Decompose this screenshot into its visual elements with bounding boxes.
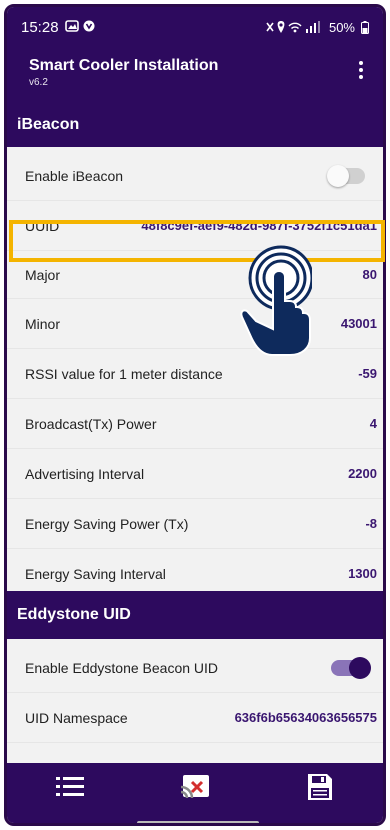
field-label: Advertising Interval xyxy=(25,465,145,482)
phone-screen: 15:28 50% Smart Cooler Installation v6.2… xyxy=(4,4,386,826)
field-value: 80 xyxy=(362,267,377,282)
advertising-interval-row[interactable]: Advertising Interval 2200 xyxy=(7,449,383,499)
overflow-menu-icon[interactable] xyxy=(359,61,365,82)
eddystone-header-label: Eddystone UID xyxy=(17,606,131,623)
field-label: UID Namespace xyxy=(25,709,128,726)
major-row[interactable]: Major 80 xyxy=(7,251,383,299)
field-label: Broadcast(Tx) Power xyxy=(25,415,157,432)
app-bar: Smart Cooler Installation v6.2 xyxy=(7,47,383,103)
field-label: UUID xyxy=(25,217,60,234)
field-value: 636f6b65634063656575 xyxy=(234,710,377,725)
uid-namespace-row[interactable]: UID Namespace 636f6b65634063656575 xyxy=(7,693,383,743)
minor-row[interactable]: Minor 43001 xyxy=(7,299,383,349)
field-value: 43001 xyxy=(340,316,377,331)
enable-ibeacon-toggle[interactable] xyxy=(327,164,365,187)
field-value: 2200 xyxy=(348,466,377,481)
notification-icons xyxy=(64,19,99,36)
bottom-navigation xyxy=(7,763,383,823)
save-floppy-icon[interactable] xyxy=(295,769,345,805)
status-time: 15:28 xyxy=(21,18,59,36)
enable-eddystone-label: Enable Eddystone Beacon UID xyxy=(25,659,219,676)
field-value: 4 xyxy=(369,416,377,431)
enable-ibeacon-row[interactable]: Enable iBeacon xyxy=(7,151,383,201)
field-value: 1300 xyxy=(348,566,377,581)
field-label: Minor xyxy=(25,315,61,332)
system-icons: 50% xyxy=(265,20,369,35)
energy-saving-power-row[interactable]: Energy Saving Power (Tx) -8 xyxy=(7,499,383,549)
field-label: RSSI value for 1 meter distance xyxy=(25,365,223,382)
app-title: Smart Cooler Installation xyxy=(29,57,219,74)
disconnect-cast-icon[interactable] xyxy=(170,769,220,805)
rssi-row[interactable]: RSSI value for 1 meter distance -59 xyxy=(7,349,383,399)
enable-eddystone-toggle[interactable] xyxy=(331,656,371,679)
ibeacon-section-header: iBeacon xyxy=(7,103,383,147)
field-label: Energy Saving Power (Tx) xyxy=(25,515,189,532)
field-value: -59 xyxy=(358,366,377,381)
battery-icon xyxy=(361,20,369,34)
eddystone-section-header: Eddystone UID xyxy=(7,591,383,639)
app-version: v6.2 xyxy=(29,77,48,88)
tap-gesture-hand-icon xyxy=(240,245,312,356)
enable-ibeacon-label: Enable iBeacon xyxy=(25,167,124,184)
broadcast-power-row[interactable]: Broadcast(Tx) Power 4 xyxy=(7,399,383,449)
field-value: -8 xyxy=(365,516,377,531)
field-label: Energy Saving Interval xyxy=(25,565,166,582)
status-bar: 15:28 50% xyxy=(7,7,383,47)
enable-eddystone-row[interactable]: Enable Eddystone Beacon UID xyxy=(7,643,383,693)
gallery-icon xyxy=(64,19,95,32)
field-label: Major xyxy=(25,266,61,283)
menu-list-icon[interactable] xyxy=(45,769,95,805)
uuid-row[interactable]: UUID 48f8c9ef-aef9-482d-987f-3752f1c51da… xyxy=(7,201,383,251)
ibeacon-header-label: iBeacon xyxy=(17,116,80,133)
home-indicator xyxy=(137,821,259,823)
signal-icons xyxy=(266,21,320,33)
field-value: 48f8c9ef-aef9-482d-987f-3752f1c51da1 xyxy=(141,218,377,233)
battery-percent: 50% xyxy=(328,19,355,35)
